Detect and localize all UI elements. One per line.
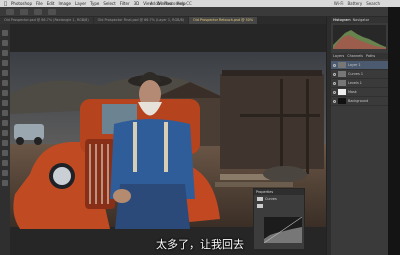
eye-icon[interactable]	[333, 72, 336, 76]
battery-icon[interactable]: Battery	[347, 1, 362, 6]
option-button-1[interactable]	[20, 8, 28, 15]
brush-tool-icon[interactable]	[2, 100, 8, 106]
layer-name: Mask	[348, 90, 357, 94]
lasso-tool-icon[interactable]	[2, 50, 8, 56]
marquee-tool-icon[interactable]	[2, 40, 8, 46]
right-panels: Histogram Navigator Layers Channels Path…	[331, 17, 388, 255]
eraser-tool-icon[interactable]	[2, 120, 8, 126]
tool-preset-icon[interactable]	[6, 8, 14, 15]
quick-select-tool-icon[interactable]	[2, 60, 8, 66]
apple-icon[interactable]: 	[4, 1, 7, 7]
menu-layer[interactable]: Layer	[75, 1, 86, 6]
layer-row[interactable]: Layer 1	[331, 61, 388, 70]
gradient-tool-icon[interactable]	[2, 130, 8, 136]
option-button-2[interactable]	[34, 8, 42, 15]
menu-select[interactable]: Select	[103, 1, 115, 6]
dodge-tool-icon[interactable]	[2, 140, 8, 146]
clone-stamp-tool-icon[interactable]	[2, 110, 8, 116]
tab-document-1[interactable]: Old Prospector.psd @ 66.7% (Rectangle 1,…	[0, 17, 93, 24]
healing-brush-tool-icon[interactable]	[2, 90, 8, 96]
adjustment-icon[interactable]	[257, 196, 263, 201]
status-area: Wi-Fi Battery Search	[334, 1, 380, 6]
app-title: Adobe Photoshop CC	[150, 1, 192, 6]
photoshop-window:  Photoshop File Edit Image Layer Type S…	[0, 0, 400, 255]
tab-layers[interactable]: Layers	[333, 53, 344, 59]
zoom-tool-icon[interactable]	[2, 180, 8, 186]
tab-document-2[interactable]: Old Prospector Final.psd @ 66.7% (Layer …	[93, 17, 189, 24]
hand-tool-icon[interactable]	[2, 170, 8, 176]
preset-dropdown[interactable]	[257, 203, 263, 208]
options-bar	[0, 7, 400, 17]
properties-row: Curves	[254, 195, 304, 202]
type-tool-icon[interactable]	[2, 160, 8, 166]
wifi-icon[interactable]: Wi-Fi	[334, 1, 344, 6]
menu-file[interactable]: File	[36, 1, 43, 6]
menu-photoshop[interactable]: Photoshop	[11, 1, 32, 6]
eye-icon[interactable]	[333, 99, 336, 103]
search-icon[interactable]: Search	[366, 1, 380, 6]
video-subtitle: 太多了，让我回去	[156, 238, 244, 251]
crop-tool-icon[interactable]	[2, 70, 8, 76]
tab-channels[interactable]: Channels	[347, 53, 363, 59]
layer-name: Layer 1	[348, 63, 361, 67]
layer-thumbnail	[338, 89, 346, 95]
macos-menubar:  Photoshop File Edit Image Layer Type S…	[0, 0, 400, 7]
layer-thumbnail	[338, 98, 346, 104]
tab-navigator[interactable]: Navigator	[353, 17, 370, 23]
eye-icon[interactable]	[333, 63, 336, 67]
pen-tool-icon[interactable]	[2, 150, 8, 156]
move-tool-icon[interactable]	[2, 30, 8, 36]
document-tabs: Old Prospector.psd @ 66.7% (Rectangle 1,…	[0, 17, 330, 24]
layer-name: Levels 1	[348, 81, 362, 85]
layers-tabs: Layers Channels Paths	[331, 53, 388, 59]
layer-thumbnail	[338, 71, 346, 77]
layer-row[interactable]: Background	[331, 97, 388, 106]
tab-paths[interactable]: Paths	[366, 53, 375, 59]
layer-name: Curves 1	[348, 72, 364, 76]
layer-row[interactable]: Mask	[331, 88, 388, 97]
layer-name: Background	[348, 99, 369, 103]
properties-label: Curves	[265, 196, 277, 201]
eye-icon[interactable]	[333, 90, 336, 94]
layer-row[interactable]: Levels 1	[331, 79, 388, 88]
layer-thumbnail	[338, 62, 346, 68]
layers-list: Layer 1 Curves 1 Levels 1 Mask Backgroun	[331, 61, 388, 106]
eye-icon[interactable]	[333, 81, 336, 85]
menu-filter[interactable]: Filter	[120, 1, 130, 6]
histogram-tabs: Histogram Navigator	[331, 17, 388, 23]
option-button-3[interactable]	[48, 8, 56, 15]
properties-row	[254, 202, 304, 209]
menu-type[interactable]: Type	[90, 1, 99, 6]
tab-histogram[interactable]: Histogram	[333, 17, 351, 23]
layer-thumbnail	[338, 80, 346, 86]
histogram-graph	[333, 25, 386, 49]
desktop-background	[388, 7, 400, 255]
menu-3d[interactable]: 3D	[134, 1, 140, 6]
layer-row[interactable]: Curves 1	[331, 70, 388, 79]
tab-document-3[interactable]: Old Prospector Retouch.psd @ 50%	[189, 17, 258, 24]
tools-panel	[0, 24, 10, 255]
menu-image[interactable]: Image	[58, 1, 71, 6]
eyedropper-tool-icon[interactable]	[2, 80, 8, 86]
menu-edit[interactable]: Edit	[47, 1, 55, 6]
